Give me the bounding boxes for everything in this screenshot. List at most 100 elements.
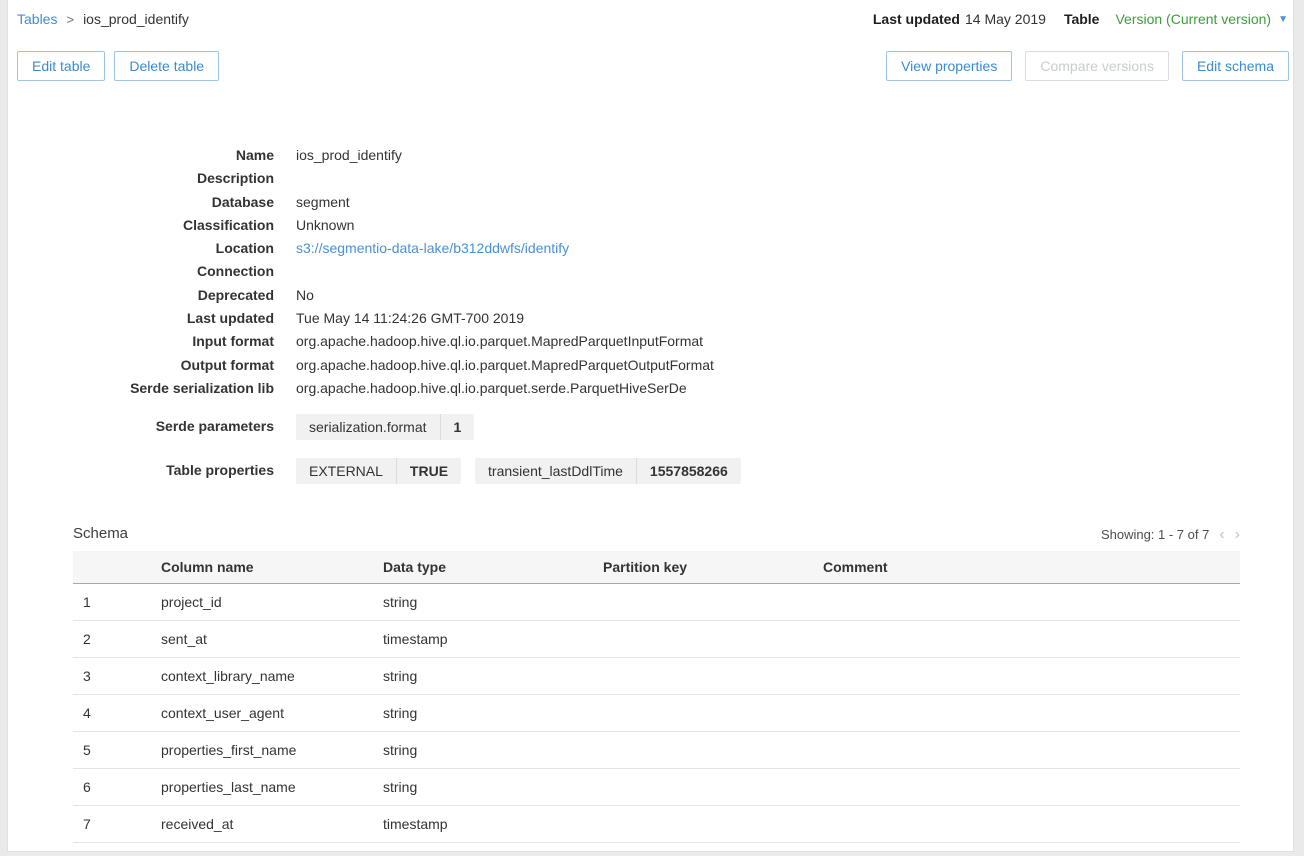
serde-parameter-chips: serialization.format 1: [296, 414, 474, 440]
detail-row-name: Name ios_prod_identify: [8, 144, 1293, 167]
cell-partition-key: [593, 806, 813, 843]
schema-header: Schema Showing: 1 - 7 of 7 ‹ ›: [73, 525, 1240, 542]
table-properties-label: Table properties: [8, 457, 274, 484]
detail-row-description: Description: [8, 167, 1293, 190]
detail-row-location: Location s3://segmentio-data-lake/b312dd…: [8, 237, 1293, 260]
table-property-chips: EXTERNAL TRUE transient_lastDdlTime 1557…: [296, 458, 741, 484]
delete-table-button[interactable]: Delete table: [114, 51, 219, 81]
table-details-list: Name ios_prod_identify Description Datab…: [8, 144, 1293, 400]
chevron-down-icon: ▼: [1278, 14, 1288, 25]
cell-num: 2: [73, 621, 151, 658]
cell-data-type: string: [373, 658, 593, 695]
detail-label: Classification: [8, 214, 274, 237]
column-header-data-type: Data type: [373, 551, 593, 584]
column-header-index: [73, 551, 151, 584]
top-bar: Tables > ios_prod_identify Last updated …: [8, 0, 1293, 27]
cell-data-type: timestamp: [373, 806, 593, 843]
cell-column-name: properties_first_name: [151, 732, 373, 769]
last-updated-label: Last updated: [873, 11, 960, 27]
detail-row-database: Database segment: [8, 191, 1293, 214]
detail-label: Serde serialization lib: [8, 377, 274, 400]
table-row: 1 project_id string: [73, 584, 1240, 621]
table-row: 7 received_at timestamp: [73, 806, 1240, 843]
detail-label: Location: [8, 237, 274, 260]
detail-row-input-format: Input format org.apache.hadoop.hive.ql.i…: [8, 330, 1293, 353]
detail-row-output-format: Output format org.apache.hadoop.hive.ql.…: [8, 354, 1293, 377]
header-meta: Last updated 14 May 2019 Table Version (…: [873, 11, 1288, 27]
cell-num: 6: [73, 769, 151, 806]
location-link[interactable]: s3://segmentio-data-lake/b312ddwfs/ident…: [296, 240, 569, 256]
column-header-partition-key: Partition key: [593, 551, 813, 584]
detail-label: Output format: [8, 354, 274, 377]
showing-text: Showing: 1 - 7 of 7: [1101, 527, 1209, 542]
cell-column-name: sent_at: [151, 621, 373, 658]
cell-partition-key: [593, 658, 813, 695]
breadcrumb-tables-link[interactable]: Tables: [17, 11, 57, 27]
schema-section: Schema Showing: 1 - 7 of 7 ‹ › Column na…: [73, 525, 1240, 843]
cell-data-type: string: [373, 584, 593, 621]
cell-column-name: context_library_name: [151, 658, 373, 695]
cell-column-name: properties_last_name: [151, 769, 373, 806]
cell-partition-key: [593, 621, 813, 658]
edit-schema-button[interactable]: Edit schema: [1182, 51, 1289, 81]
cell-num: 1: [73, 584, 151, 621]
version-label: Version (Current version): [1115, 11, 1271, 27]
version-dropdown[interactable]: Version (Current version) ▼: [1115, 11, 1288, 27]
chip-key: serialization.format: [296, 414, 440, 440]
toolbar: Edit table Delete table View properties …: [8, 27, 1293, 81]
cell-num: 4: [73, 695, 151, 732]
detail-value: Tue May 14 11:24:26 GMT-700 2019: [296, 307, 524, 330]
detail-value: Unknown: [296, 214, 354, 237]
table-row: 3 context_library_name string: [73, 658, 1240, 695]
chip-key: EXTERNAL: [296, 458, 396, 484]
serde-parameter-chip: serialization.format 1: [296, 414, 474, 440]
breadcrumb: Tables > ios_prod_identify: [17, 11, 189, 27]
cell-column-name: project_id: [151, 584, 373, 621]
detail-row-last-updated: Last updated Tue May 14 11:24:26 GMT-700…: [8, 307, 1293, 330]
table-row: 5 properties_first_name string: [73, 732, 1240, 769]
view-properties-button[interactable]: View properties: [886, 51, 1012, 81]
cell-data-type: string: [373, 769, 593, 806]
cell-comment: [813, 732, 1240, 769]
table-row: 2 sent_at timestamp: [73, 621, 1240, 658]
schema-table-head: Column name Data type Partition key Comm…: [73, 551, 1240, 584]
serde-parameters-label: Serde parameters: [8, 413, 274, 440]
compare-versions-button: Compare versions: [1025, 51, 1169, 81]
chip-value: TRUE: [396, 458, 461, 484]
cell-comment: [813, 806, 1240, 843]
table-details-panel: Tables > ios_prod_identify Last updated …: [7, 0, 1294, 852]
toolbar-left: Edit table Delete table: [17, 51, 219, 81]
detail-label: Connection: [8, 260, 274, 283]
cell-num: 3: [73, 658, 151, 695]
cell-comment: [813, 621, 1240, 658]
cell-partition-key: [593, 584, 813, 621]
column-header-column-name: Column name: [151, 551, 373, 584]
detail-row-serde-lib: Serde serialization lib org.apache.hadoo…: [8, 377, 1293, 400]
cell-data-type: string: [373, 695, 593, 732]
last-updated-value: 14 May 2019: [965, 11, 1046, 27]
detail-label: Last updated: [8, 307, 274, 330]
chip-key: transient_lastDdlTime: [475, 458, 636, 484]
cell-partition-key: [593, 695, 813, 732]
column-header-comment: Comment: [813, 551, 1240, 584]
cell-partition-key: [593, 769, 813, 806]
schema-title: Schema: [73, 525, 128, 542]
detail-label: Database: [8, 191, 274, 214]
detail-row-deprecated: Deprecated No: [8, 284, 1293, 307]
table-properties-row: Table properties EXTERNAL TRUE transient…: [8, 457, 1293, 484]
table-label: Table: [1064, 11, 1100, 27]
cell-column-name: received_at: [151, 806, 373, 843]
detail-label: Name: [8, 144, 274, 167]
cell-column-name: context_user_agent: [151, 695, 373, 732]
cell-data-type: string: [373, 732, 593, 769]
chip-value: 1: [440, 414, 475, 440]
toolbar-right: View properties Compare versions Edit sc…: [886, 51, 1289, 81]
edit-table-button[interactable]: Edit table: [17, 51, 105, 81]
detail-value: ios_prod_identify: [296, 144, 402, 167]
detail-label: Description: [8, 167, 274, 190]
prev-page-icon: ‹: [1219, 528, 1224, 541]
table-property-chip: transient_lastDdlTime 1557858266: [475, 458, 741, 484]
cell-comment: [813, 769, 1240, 806]
cell-num: 5: [73, 732, 151, 769]
serde-parameters-row: Serde parameters serialization.format 1: [8, 413, 1293, 440]
